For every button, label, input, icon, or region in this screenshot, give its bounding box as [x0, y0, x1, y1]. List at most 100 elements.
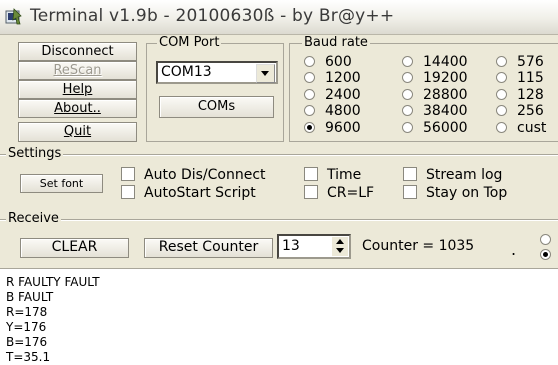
check-label: Auto Dis/Connect	[144, 167, 266, 183]
coms-button[interactable]: COMs	[159, 96, 274, 118]
help-button[interactable]: Help	[18, 80, 137, 99]
baud-label: 14400	[423, 54, 468, 70]
check-stream-log[interactable]: Stream log	[403, 167, 502, 183]
baud-radio-1200[interactable]: 1200	[304, 71, 361, 86]
quit-button[interactable]: Quit	[18, 122, 137, 142]
radio-indicator	[304, 104, 315, 116]
rescan-button[interactable]: ReScan	[18, 61, 137, 80]
baud-label: 1200	[325, 70, 361, 86]
radio-indicator-selected	[304, 121, 315, 133]
check-label: Stay on Top	[426, 185, 508, 201]
baud-radio-custom[interactable]: cust	[496, 121, 546, 136]
radio-indicator	[496, 88, 507, 100]
window-title: Terminal v1.9b - 20100630ß - by Br@y++	[30, 6, 395, 26]
baud-label: 576	[517, 54, 544, 70]
radio-indicator	[496, 55, 507, 67]
com-port-label: COM Port	[157, 35, 222, 50]
check-cr-lf[interactable]: CR=LF	[304, 185, 374, 201]
com-port-select[interactable]: COM13	[156, 61, 278, 84]
baud-radio-4800[interactable]: 4800	[304, 104, 361, 119]
baud-label: 19200	[423, 70, 468, 86]
baud-radio-256[interactable]: 256	[496, 104, 544, 119]
counter-dot: .	[511, 240, 517, 259]
baud-radio-14400[interactable]: 14400	[402, 55, 468, 70]
chevron-down-icon[interactable]	[256, 64, 275, 83]
receive-spin-input[interactable]: 13	[277, 234, 351, 259]
baud-label: 256	[517, 103, 544, 119]
baud-radio-128[interactable]: 128	[496, 88, 544, 103]
terminal-app-icon	[5, 8, 22, 25]
about-button[interactable]: About..	[18, 99, 137, 118]
radio-indicator	[402, 71, 413, 83]
baud-radio-576[interactable]: 576	[496, 55, 544, 70]
spin-arrows-icon[interactable]	[332, 237, 348, 256]
checkbox-indicator	[121, 185, 135, 199]
radio-indicator	[402, 88, 413, 100]
spin-value: 13	[282, 238, 300, 254]
output-line: Y=176	[6, 320, 47, 334]
help-label: Help	[62, 82, 93, 97]
output-line: B=176	[6, 335, 48, 349]
output-line: R=178	[6, 305, 48, 319]
checkbox-indicator	[304, 167, 318, 181]
radio-indicator	[304, 55, 315, 67]
baud-label: cust	[517, 120, 547, 136]
counter-text: Counter = 1035	[362, 238, 475, 254]
radio-indicator	[402, 104, 413, 116]
quit-label: Quit	[63, 124, 92, 139]
baud-label: 2400	[325, 87, 361, 103]
baud-radio-28800[interactable]: 28800	[402, 88, 468, 103]
baud-radio-38400[interactable]: 38400	[402, 104, 468, 119]
radio-indicator	[402, 121, 413, 133]
com-port-value: COM13	[161, 64, 212, 80]
baud-label: 4800	[325, 103, 361, 119]
baud-radio-9600[interactable]: 9600	[304, 121, 361, 136]
check-label: Time	[327, 167, 362, 183]
terminal-window: Terminal v1.9b - 20100630ß - by Br@y++ D…	[0, 0, 558, 365]
baud-label: 600	[325, 54, 352, 70]
check-time[interactable]: Time	[304, 167, 361, 183]
radio-indicator	[402, 55, 413, 67]
settings-label: Settings	[6, 146, 64, 161]
check-stay-on-top[interactable]: Stay on Top	[403, 185, 507, 201]
baud-label: 9600	[325, 120, 361, 136]
reset-counter-button[interactable]: Reset Counter	[144, 238, 273, 258]
checkbox-indicator	[121, 167, 135, 181]
radio-indicator-selected[interactable]	[540, 249, 551, 260]
baud-rate-label: Baud rate	[302, 35, 370, 50]
checkbox-indicator	[304, 185, 318, 199]
baud-label: 128	[517, 87, 544, 103]
title-bar[interactable]: Terminal v1.9b - 20100630ß - by Br@y++	[0, 0, 558, 35]
settings-separator	[0, 154, 558, 156]
baud-radio-19200[interactable]: 19200	[402, 71, 468, 86]
checkbox-indicator	[403, 167, 417, 181]
radio-indicator[interactable]	[540, 234, 551, 245]
receive-label: Receive	[6, 211, 61, 226]
radio-indicator	[496, 121, 507, 133]
radio-indicator	[496, 71, 507, 83]
disconnect-button[interactable]: Disconnect	[18, 42, 137, 61]
check-autostart-script[interactable]: AutoStart Script	[121, 185, 256, 201]
rescan-label: ReScan	[53, 63, 102, 78]
output-line: R FAULTY FAULT	[6, 275, 100, 289]
baud-label: 56000	[423, 120, 468, 136]
receive-output[interactable]: R FAULTY FAULT B FAULT R=178 Y=176 B=176…	[0, 268, 558, 365]
check-auto-dis-connect[interactable]: Auto Dis/Connect	[121, 167, 266, 183]
baud-label: 115	[517, 70, 544, 86]
receive-separator	[0, 219, 558, 221]
check-label: AutoStart Script	[144, 185, 256, 201]
radio-indicator	[304, 71, 315, 83]
baud-radio-600[interactable]: 600	[304, 55, 352, 70]
check-label: CR=LF	[327, 185, 375, 201]
output-line: B FAULT	[6, 290, 54, 304]
baud-radio-2400[interactable]: 2400	[304, 88, 361, 103]
set-font-button[interactable]: Set font	[20, 174, 103, 193]
checkbox-indicator	[403, 185, 417, 199]
clear-button[interactable]: CLEAR	[20, 238, 129, 258]
baud-radio-56000[interactable]: 56000	[402, 121, 468, 136]
radio-indicator	[496, 104, 507, 116]
baud-label: 38400	[423, 103, 468, 119]
baud-radio-115[interactable]: 115	[496, 71, 544, 86]
com-port-group	[146, 43, 284, 142]
output-line: T=35.1	[6, 350, 51, 364]
